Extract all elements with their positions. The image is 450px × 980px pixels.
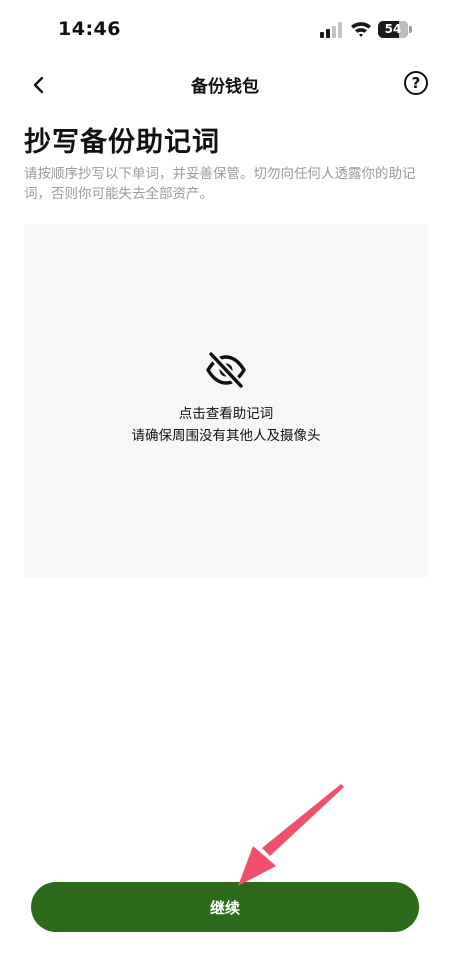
reveal-title: 点击查看助记词 [178,406,274,422]
reveal-mnemonic-panel[interactable]: 点击查看助记词 请确保周围没有其他人及摄像头 [24,224,428,578]
section-heading: 抄写备份助记词 [24,127,220,158]
help-icon: ? [411,74,421,92]
continue-button[interactable]: 继续 [31,882,419,932]
wifi-icon [351,22,371,37]
reveal-note: 请确保周围没有其他人及摄像头 [131,428,321,444]
battery-icon: 54 [378,21,412,38]
status-bar: 14:46 54 [0,0,450,60]
nav-bar: 备份钱包 ? [0,62,450,106]
help-button[interactable]: ? [404,71,428,95]
cellular-signal-icon [320,22,342,38]
eye-off-icon [206,350,246,390]
battery-level: 54 [384,22,402,36]
page-title: 备份钱包 [191,77,259,97]
status-time: 14:46 [58,18,121,40]
continue-button-label: 继续 [209,898,240,917]
section-description: 请按顺序抄写以下单词，并妥善保管。切勿向任何人透露你的助记词，否则你可能失去全部… [24,166,416,202]
